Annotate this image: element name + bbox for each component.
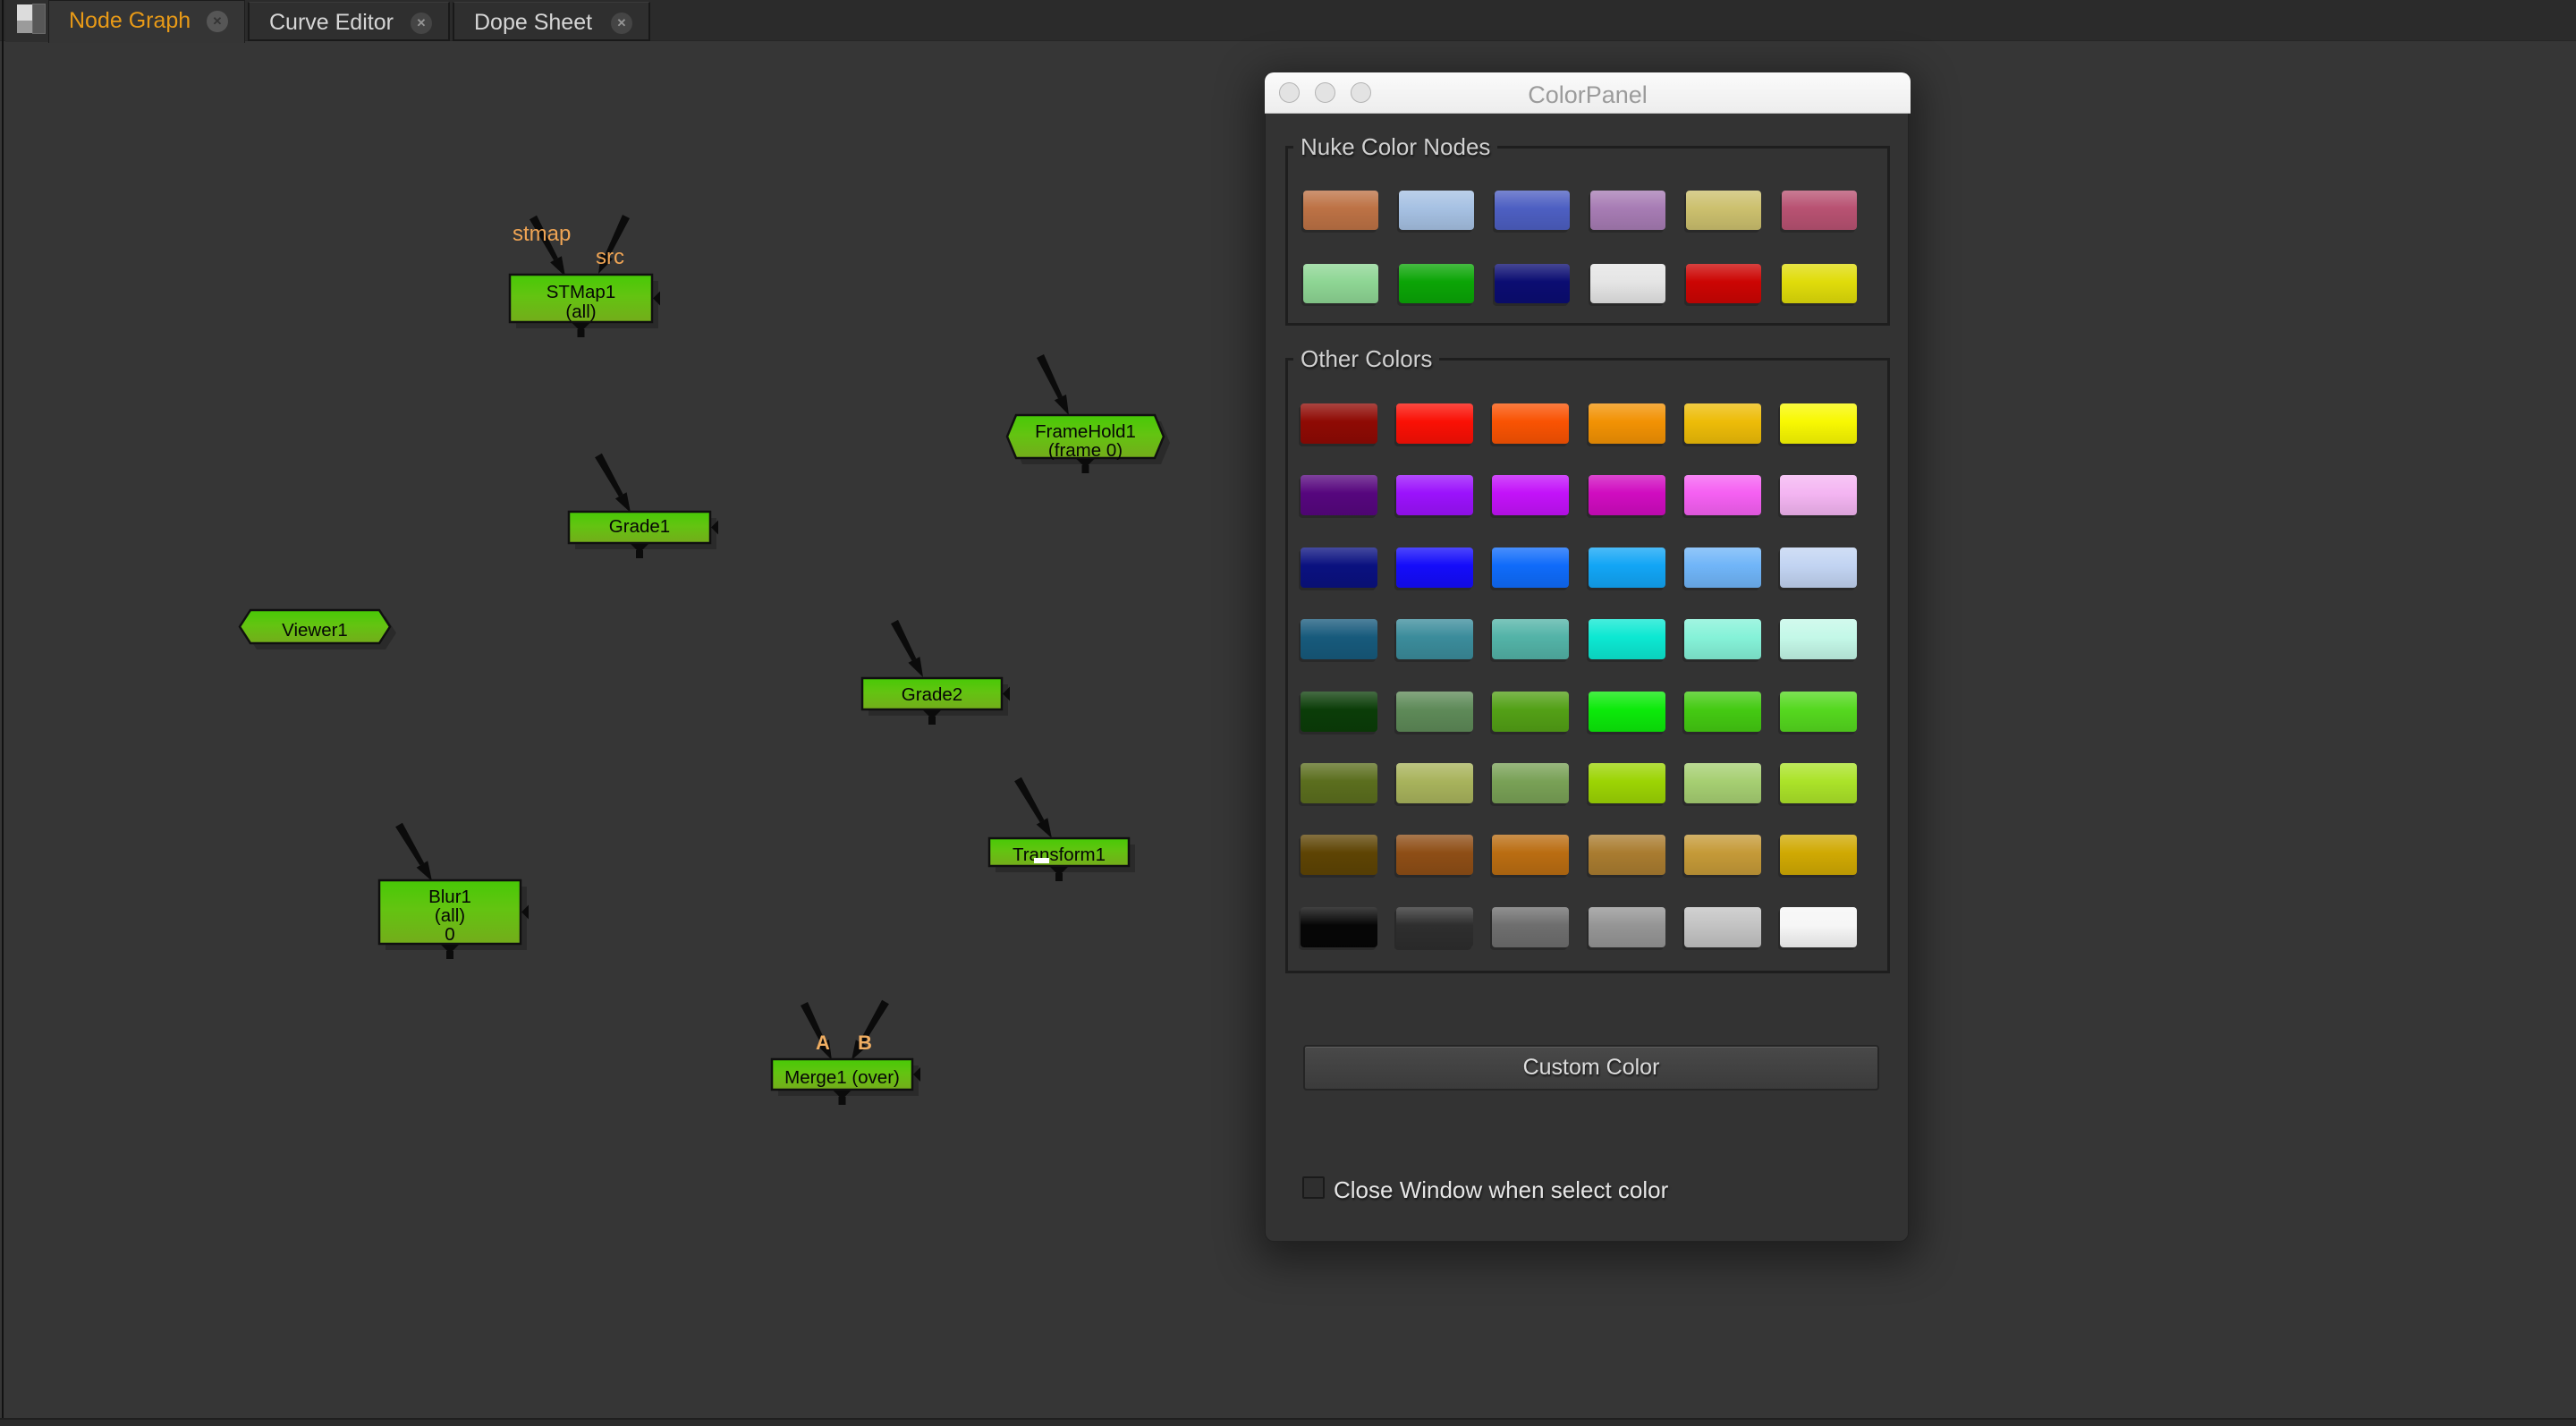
svg-text:Blur1: Blur1 <box>428 887 471 907</box>
svg-text:Grade1: Grade1 <box>609 516 670 537</box>
svg-text:(all): (all) <box>565 301 596 322</box>
svg-text:Merge1 (over): Merge1 (over) <box>784 1067 900 1088</box>
svg-text:A: A <box>816 1031 830 1054</box>
svg-text:Viewer1: Viewer1 <box>282 620 348 641</box>
svg-text:B: B <box>858 1031 872 1054</box>
svg-text:Grade2: Grade2 <box>902 684 962 705</box>
svg-text:src: src <box>596 245 624 269</box>
svg-text:STMap1: STMap1 <box>547 282 615 302</box>
svg-text:(frame 0): (frame 0) <box>1048 440 1123 461</box>
svg-text:Transform1: Transform1 <box>1013 845 1106 865</box>
svg-text:(all): (all) <box>435 905 465 926</box>
svg-text:0: 0 <box>445 924 454 945</box>
svg-text:FrameHold1: FrameHold1 <box>1035 421 1136 442</box>
svg-text:stmap: stmap <box>513 222 571 246</box>
